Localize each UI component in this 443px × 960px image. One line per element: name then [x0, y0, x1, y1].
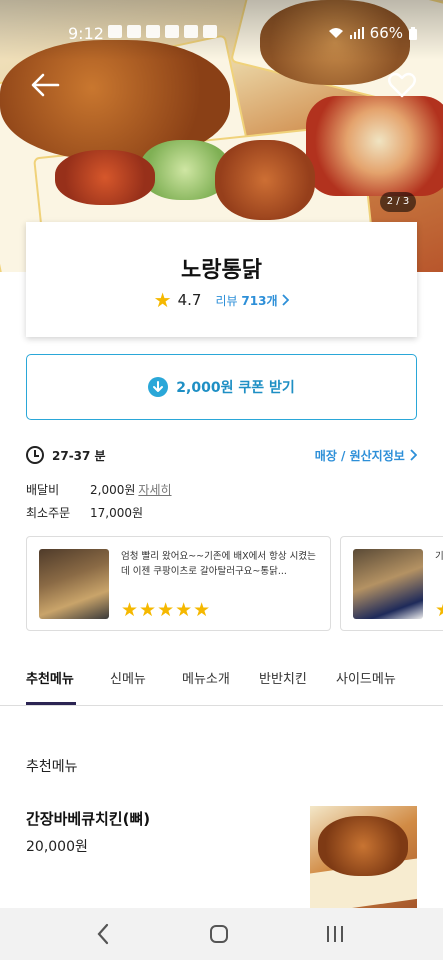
star-icon: ★	[153, 288, 172, 312]
system-nav-bar	[0, 908, 443, 960]
signal-icon	[349, 27, 364, 39]
tab-new-menu[interactable]: 신메뉴	[110, 668, 146, 687]
favorite-button[interactable]	[387, 70, 417, 100]
tab-half-half[interactable]: 반반치킨	[259, 668, 307, 687]
menu-item-name: 간장바베큐치킨(뼈)	[26, 810, 151, 828]
download-circle-icon	[148, 377, 169, 397]
store-info-card: 노랑통닭 ★ 4.7 리뷰 713개	[26, 222, 417, 337]
min-order-label: 최소주문	[26, 506, 71, 520]
coupon-label: 2,000원 쿠폰 받기	[176, 380, 295, 396]
delivery-time: 27-37 분	[52, 448, 106, 463]
back-button[interactable]	[28, 70, 62, 100]
wifi-icon	[328, 28, 343, 38]
status-right: 66%	[328, 24, 417, 42]
home-icon[interactable]	[210, 925, 228, 943]
delivery-time-row: 27-37 분 매장 / 원산지정보	[26, 444, 418, 466]
gallery-icon	[203, 25, 217, 38]
active-tab-indicator	[26, 702, 76, 705]
section-title: 추천메뉴	[26, 759, 78, 775]
store-name: 노랑통닭	[181, 258, 262, 283]
delivery-fee-row: 배달비 2,000원 자세히	[26, 481, 172, 498]
calendar-icon	[146, 25, 160, 38]
tab-side-menu[interactable]: 사이드메뉴	[336, 668, 396, 687]
battery-percent: 66%	[369, 24, 403, 42]
delivery-fee-value: 2,000원	[90, 483, 136, 497]
tab-menu-intro[interactable]: 메뉴소개	[182, 668, 230, 687]
app-icon	[184, 25, 198, 38]
min-order-row: 최소주문 17,000원	[26, 504, 143, 521]
notification-icons	[108, 25, 217, 38]
origin-info-link[interactable]: 매장 / 원산지정보	[314, 447, 418, 464]
recent-apps-icon[interactable]	[326, 925, 344, 943]
rating-row: ★ 4.7 리뷰 713개	[26, 290, 417, 310]
review-card[interactable]: 기 ★	[340, 536, 443, 631]
youtube-icon	[165, 25, 179, 38]
chevron-right-icon	[410, 449, 418, 461]
status-bar: 9:12 66%	[0, 0, 443, 43]
rating-score: 4.7	[177, 291, 202, 309]
origin-info-label: 매장 / 원산지정보	[314, 449, 405, 463]
menu-photo-chicken	[318, 816, 408, 876]
menu-item-photo	[310, 806, 417, 910]
review-count: 713개	[241, 293, 278, 308]
delivery-fee-detail-link[interactable]: 자세히	[138, 481, 171, 498]
review-prefix: 리뷰	[215, 293, 238, 308]
review-text: 기	[435, 551, 443, 562]
review-link[interactable]: 리뷰 713개	[215, 292, 290, 309]
image-pager: 2 / 3	[380, 192, 416, 212]
review-photo	[353, 549, 423, 619]
heart-outline-icon	[388, 72, 416, 98]
review-carousel[interactable]: 엄청 빨리 왔어요~~기존에 배X에서 항상 시켰는데 이젠 쿠팡이츠로 갈아탈…	[26, 536, 443, 632]
review-stars: ★★★★★	[121, 599, 212, 621]
chevron-left-icon[interactable]	[96, 923, 110, 945]
min-order-value: 17,000원	[90, 506, 144, 520]
calendar-icon	[127, 25, 141, 38]
review-text: 엄청 빨리 왔어요~~기존에 배X에서 항상 시켰는데 이젠 쿠팡이츠로 갈아탈…	[121, 551, 316, 577]
coupon-button[interactable]: 2,000원 쿠폰 받기	[26, 354, 417, 420]
review-stars: ★	[435, 599, 443, 621]
clock-icon	[26, 446, 44, 464]
review-photo	[39, 549, 109, 619]
notification-icon	[108, 25, 122, 38]
tab-recommended[interactable]: 추천메뉴	[26, 668, 74, 687]
chevron-right-icon	[282, 293, 290, 306]
delivery-fee-label: 배달비	[26, 483, 60, 497]
menu-item-price: 20,000원	[26, 839, 88, 855]
status-time: 9:12	[68, 24, 104, 43]
review-card[interactable]: 엄청 빨리 왔어요~~기존에 배X에서 항상 시켰는데 이젠 쿠팡이츠로 갈아탈…	[26, 536, 331, 631]
menu-tabs: 추천메뉴 신메뉴 메뉴소개 반반치킨 사이드메뉴	[0, 656, 443, 706]
arrow-left-icon	[31, 73, 60, 97]
battery-icon	[409, 26, 417, 40]
